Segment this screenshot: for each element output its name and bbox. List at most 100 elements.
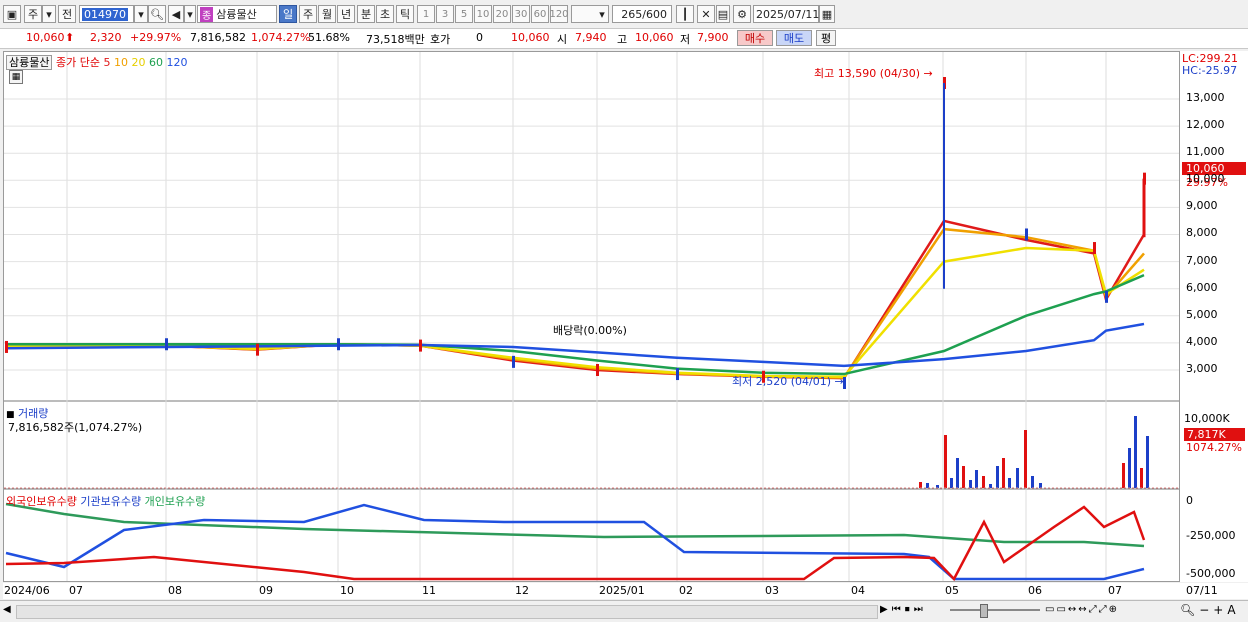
period-select[interactable]: 주 — [24, 5, 42, 23]
tab-5[interactable]: 초 — [376, 5, 394, 23]
interval-3[interactable]: 3 — [436, 5, 454, 23]
volume-ratio: 1,074.27% — [251, 31, 311, 44]
institution-holding-label: 기관보유수량 — [80, 495, 142, 508]
volume-bar — [989, 484, 992, 488]
chevron-down-icon[interactable]: ▾ — [42, 5, 56, 23]
low-label: 저 — [680, 33, 691, 46]
interval-120[interactable]: 120 — [549, 5, 569, 23]
x-tick: 07 — [69, 584, 83, 597]
x-tick: 05 — [945, 584, 959, 597]
eval-label: 평 — [820, 32, 832, 45]
prev-label: 전 — [61, 8, 73, 21]
save-icon[interactable]: ▤ — [716, 5, 730, 23]
candle — [5, 340, 8, 353]
candle — [596, 363, 599, 376]
search-icon[interactable]: 🔍︎ — [148, 5, 166, 23]
volume-bar — [1039, 483, 1042, 488]
holder-legend: 외국인보유수량 기관보유수량 개인보유수량 — [6, 493, 205, 509]
volume-bar — [926, 483, 929, 488]
crosshair-icon[interactable]: ✕ — [697, 5, 715, 23]
high-annotation: 최고 13,590 (04/30) → — [814, 67, 933, 80]
volume-bar — [982, 476, 985, 488]
dividend-annotation: 배당락(0.00%) — [553, 324, 627, 337]
eval-button[interactable]: 평 — [816, 30, 836, 46]
candle — [256, 343, 259, 356]
calendar-icon[interactable]: ▦ — [819, 5, 835, 23]
tab-3[interactable]: 년 — [337, 5, 355, 23]
individual-holding-label: 개인보유수량 — [144, 495, 206, 508]
ma-line-5 — [5, 219, 1146, 380]
tab-6[interactable]: 틱 — [396, 5, 414, 23]
interval-30[interactable]: 30 — [512, 5, 530, 23]
chevron-down-icon[interactable]: ▾ — [134, 5, 148, 23]
sell-button[interactable]: 매도 — [776, 30, 812, 46]
candle-icon[interactable]: ┃ — [676, 5, 694, 23]
chart-area[interactable]: 삼륭물산 종가 단순 5 10 20 60 120 ▦ 최고 13,590 (0… — [3, 51, 1180, 582]
price-tick: 13,000 — [1186, 90, 1225, 104]
interval-custom-select[interactable]: ▾ — [571, 5, 609, 23]
volume-value: 7,816,582 — [190, 31, 246, 44]
x-tick: 12 — [515, 584, 529, 597]
volume-bar — [1140, 468, 1143, 488]
zoom-slider[interactable] — [950, 609, 1040, 611]
price-tick: 5,000 — [1186, 307, 1218, 321]
tab-4[interactable]: 분 — [357, 5, 375, 23]
tab-2[interactable]: 월 — [318, 5, 336, 23]
ma-5-label: 5 — [103, 56, 111, 69]
candle — [676, 368, 679, 381]
table-icon[interactable]: ▦ — [9, 70, 23, 84]
zoom-slider-handle[interactable] — [980, 604, 988, 618]
volume-bar — [1008, 478, 1011, 488]
tab-1[interactable]: 주 — [299, 5, 317, 23]
price-tick: 11,000 — [1186, 145, 1225, 159]
zoom-controls-icon[interactable]: 🔍︎−+A — [1180, 603, 1240, 617]
chevron-down-icon[interactable]: ▾ — [184, 5, 196, 23]
buy-button[interactable]: 매수 — [737, 30, 773, 46]
volume-bar — [975, 470, 978, 488]
price-tick: 8,000 — [1186, 226, 1218, 240]
gear-icon[interactable]: ⚙ — [733, 5, 751, 23]
interval-5[interactable]: 5 — [455, 5, 473, 23]
foreign-holding-line — [5, 505, 1146, 581]
volume-bar — [1016, 468, 1019, 488]
window-icon[interactable]: ▣ — [3, 5, 21, 23]
candle — [419, 339, 422, 352]
interval-60[interactable]: 60 — [531, 5, 549, 23]
scrollbar-track[interactable] — [16, 605, 878, 619]
volume-bar — [919, 482, 922, 488]
x-tick: 2025/01 — [599, 584, 645, 597]
candle — [1093, 242, 1096, 255]
candle — [165, 338, 168, 351]
stock-code-input[interactable]: 014970 — [79, 5, 134, 23]
ask-value: 0 — [476, 31, 483, 44]
count-field[interactable]: 265/600 — [612, 5, 672, 23]
quote-bar: 10,060 ⬆ 2,320 +29.97% 7,816,582 1,074.2… — [0, 29, 1248, 49]
bottom-bar: ◀ ▶⏮⏹⏭ ▭▭↔↔⤢⤢⊕ 🔍︎−+A — [0, 600, 1248, 622]
interval-1[interactable]: 1 — [417, 5, 435, 23]
turnover-rate: 51.68% — [308, 31, 350, 44]
candle — [1025, 228, 1028, 241]
drawing-tools-icon[interactable]: ▭▭↔↔⤢⤢⊕ — [1045, 604, 1119, 615]
high-price: 10,060 — [635, 31, 674, 44]
price-tick: 9,000 — [1186, 199, 1218, 213]
date-field[interactable]: 2025/07/11 — [753, 5, 819, 23]
x-tick: 07 — [1108, 584, 1122, 597]
candle — [512, 355, 515, 368]
low-price: 7,900 — [697, 31, 729, 44]
interval-10[interactable]: 10 — [474, 5, 492, 23]
x-tick: 10 — [340, 584, 354, 597]
volume-bar — [969, 480, 972, 488]
up-arrow-icon: ⬆ — [65, 31, 75, 44]
stock-name-field[interactable]: 종 삼륭물산 — [197, 5, 277, 23]
price-legend: 삼륭물산 종가 단순 5 10 20 60 120 — [6, 54, 187, 70]
speaker-icon[interactable]: ◀ — [168, 5, 184, 23]
candle — [1105, 290, 1108, 303]
playback-controls[interactable]: ▶⏮⏹⏭ — [880, 604, 927, 615]
price-tick: 3,000 — [1186, 361, 1218, 375]
ma-60-label: 60 — [148, 56, 163, 69]
scroll-left-icon[interactable]: ◀ — [3, 604, 15, 618]
interval-20[interactable]: 20 — [493, 5, 511, 23]
prev-button[interactable]: 전 — [58, 5, 76, 23]
foreign-holding-label: 외국인보유수량 — [6, 495, 77, 508]
tab-0[interactable]: 일 — [279, 5, 297, 23]
